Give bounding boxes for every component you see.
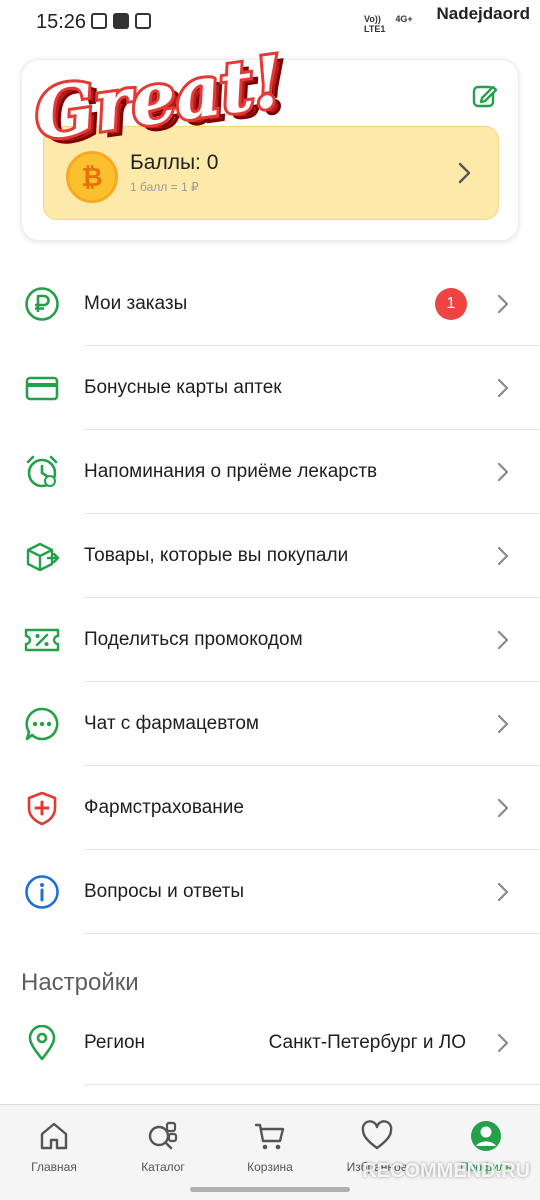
cart-icon	[254, 1123, 285, 1150]
home-indicator[interactable]	[190, 1187, 350, 1192]
menu-item-bonus-cards[interactable]: Бонусные карты аптек	[0, 346, 540, 430]
nav-catalog[interactable]: Каталог	[113, 1119, 213, 1174]
nav-label: Каталог	[141, 1160, 185, 1174]
catalog-search-icon	[148, 1121, 178, 1150]
message-notification-icon	[113, 13, 129, 29]
menu-label: Вопросы и ответы	[84, 881, 245, 902]
shield-cross-icon	[27, 791, 57, 826]
card-icon	[25, 376, 59, 401]
menu-item-reminders[interactable]: Напоминания о приёме лекарств	[0, 430, 540, 514]
chevron-right-icon	[497, 462, 509, 482]
box-arrow-icon	[26, 542, 60, 572]
menu-label: Бонусные карты аптек	[84, 377, 282, 398]
info-icon	[25, 875, 59, 909]
chevron-right-icon	[497, 546, 509, 566]
nav-home[interactable]: Главная	[4, 1119, 104, 1174]
menu-item-region[interactable]: Регион Санкт-Петербург и ЛО	[0, 1001, 540, 1085]
instagram-notification-icon	[135, 13, 151, 29]
divider	[84, 1084, 540, 1085]
great-sticker: Great! Great!	[27, 36, 296, 156]
menu-label: Мои заказы	[84, 293, 188, 314]
profile-icon	[471, 1121, 501, 1151]
menu-item-pharm-insurance[interactable]: Фармстрахование	[0, 766, 540, 850]
bottom-navigation: Главная Каталог Корзина Избранное Профил…	[0, 1104, 540, 1200]
chevron-right-icon	[497, 798, 509, 818]
chevron-right-icon	[497, 378, 509, 398]
home-icon	[40, 1122, 68, 1150]
menu-label: Чат с фармацевтом	[84, 713, 259, 734]
edit-icon[interactable]	[471, 82, 499, 110]
ruble-icon	[25, 287, 59, 321]
menu-label: Напоминания о приёме лекарств	[84, 461, 378, 482]
percent-ticket-icon	[24, 628, 60, 652]
chevron-right-icon	[497, 882, 509, 902]
menu-item-share-promocode[interactable]: Поделиться промокодом	[0, 598, 540, 682]
points-rate: 1 балл = 1 ₽	[130, 180, 199, 194]
volte-label: Vo)) LTE1	[364, 14, 386, 34]
menu-label: Фармстрахование	[84, 797, 244, 818]
menu-item-pharmacist-chat[interactable]: Чат с фармацевтом	[0, 682, 540, 766]
chevron-right-icon	[497, 630, 509, 650]
alarm-clock-icon	[26, 455, 58, 488]
username-overlay: Nadejdaord	[436, 4, 530, 23]
nav-label: Корзина	[247, 1160, 293, 1174]
chevron-right-icon	[497, 294, 509, 314]
status-time: 15:26	[36, 11, 87, 33]
location-pin-icon	[28, 1025, 56, 1061]
image-notification-icon	[91, 13, 107, 29]
network-type-label: 4G+	[395, 14, 413, 24]
settings-section-title: Настройки	[21, 969, 139, 996]
svg-text:Great!: Great!	[30, 39, 289, 156]
region-label: Регион	[84, 1032, 146, 1053]
menu-label: Поделиться промокодом	[84, 629, 303, 650]
region-value: Санкт-Петербург и ЛО	[268, 1032, 466, 1053]
orders-count-badge: 1	[435, 288, 467, 320]
menu-item-purchased-products[interactable]: Товары, которые вы покупали	[0, 514, 540, 598]
coin-icon: ₿	[66, 151, 118, 203]
nav-cart[interactable]: Корзина	[220, 1119, 320, 1174]
menu-item-faq[interactable]: Вопросы и ответы	[0, 850, 540, 934]
chevron-right-icon	[497, 714, 509, 734]
notification-icons	[91, 13, 151, 29]
divider	[84, 933, 540, 934]
chat-bubble-icon	[25, 707, 59, 741]
chevron-right-icon	[497, 1033, 509, 1053]
menu-label: Товары, которые вы покупали	[84, 545, 349, 566]
heart-icon	[361, 1120, 393, 1150]
menu-item-orders[interactable]: Мои заказы 1	[0, 262, 540, 346]
chevron-right-icon	[458, 162, 471, 184]
nav-label: Главная	[31, 1160, 77, 1174]
network-indicators: Vo)) LTE1 4G+	[364, 14, 413, 34]
watermark: RECOMMEND.RU	[362, 1160, 530, 1182]
